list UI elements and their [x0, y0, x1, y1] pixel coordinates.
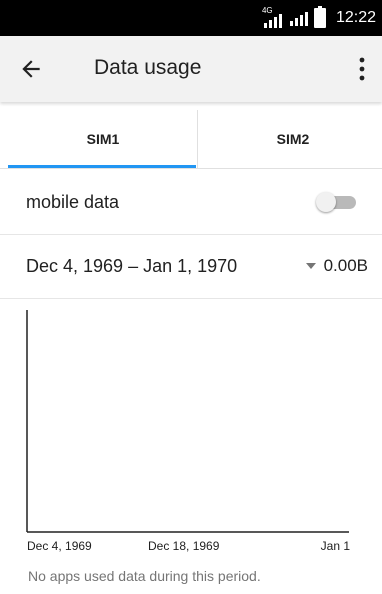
usage-cycle-row: Dec 4, 1969 – Jan 1, 1970 0.00B: [0, 234, 382, 299]
arrow-back-icon[interactable]: [18, 56, 44, 82]
usage-cycle-range[interactable]: Dec 4, 1969 – Jan 1, 1970: [26, 256, 237, 277]
tab-sim1[interactable]: SIM1: [8, 110, 198, 168]
mobile-data-label: mobile data: [26, 192, 120, 212]
page-title: Data usage: [94, 56, 202, 79]
sim-tabs: SIM1 SIM2: [0, 110, 382, 169]
dropdown-arrow-icon[interactable]: [305, 263, 316, 269]
usage-total-value: 0.00B: [323, 256, 368, 275]
more-vert-icon[interactable]: [358, 56, 366, 82]
status-icons: 4G 12:22: [262, 6, 376, 30]
empty-usage-message: No apps used data during this period.: [28, 568, 261, 584]
tab-sim2[interactable]: SIM2: [198, 110, 382, 168]
battery-icon: [313, 6, 326, 28]
usage-chart-plot: [26, 310, 349, 533]
toggle-thumb: [316, 192, 336, 212]
app-bar: Data usage: [0, 36, 382, 102]
usage-total: 0.00B: [305, 256, 368, 276]
status-bar: 4G 12:22: [0, 0, 382, 36]
tab-selected-indicator: [8, 165, 196, 168]
signal-bars-sim1: [263, 12, 282, 28]
usage-chart: Dec 4, 1969 Dec 18, 1969 Jan 1: [0, 300, 382, 562]
signal-icon: [289, 10, 308, 26]
x-tick-label: Jan 1: [320, 539, 350, 553]
network-4g-icon: 4G: [262, 6, 284, 28]
status-time: 12:22: [335, 9, 376, 26]
mobile-data-toggle[interactable]: [316, 192, 356, 212]
x-tick-label: Dec 18, 1969: [148, 539, 220, 553]
x-tick-label: Dec 4, 1969: [27, 539, 92, 553]
mobile-data-row[interactable]: mobile data: [0, 170, 382, 235]
